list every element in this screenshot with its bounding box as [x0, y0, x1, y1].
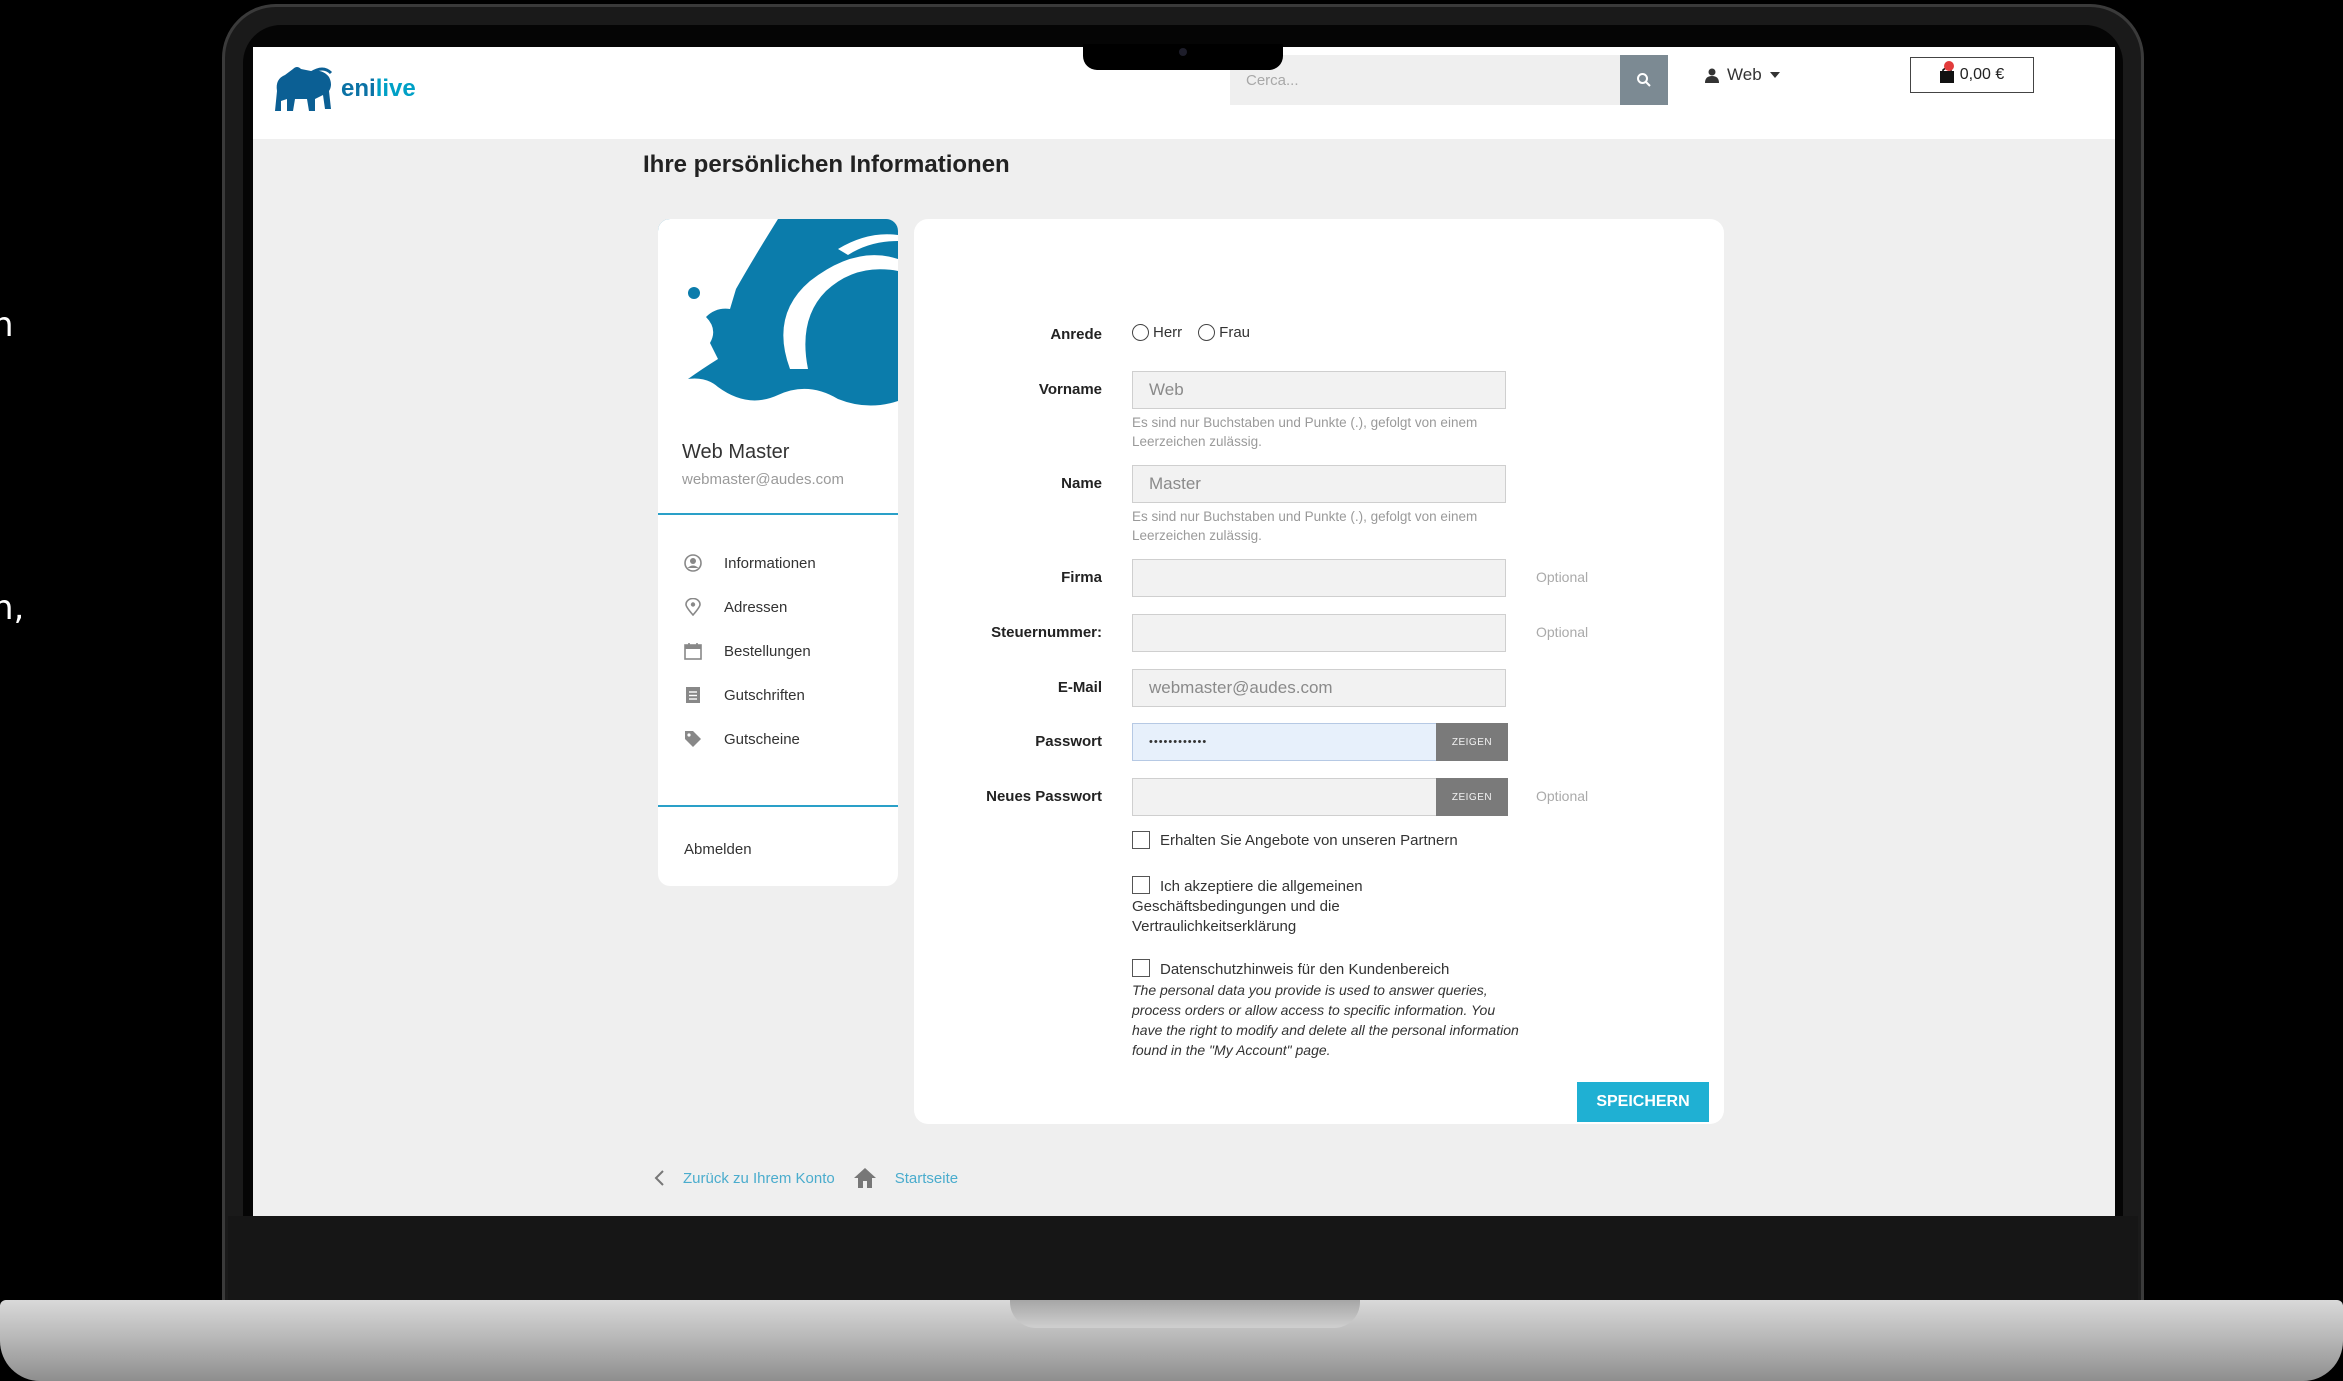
logout-link[interactable]: Abmelden: [684, 841, 752, 858]
user-circle-icon: [684, 554, 702, 572]
divider: [658, 805, 898, 807]
profile-name: Web Master: [682, 441, 790, 463]
back-to-account-link[interactable]: Zurück zu Ihrem Konto: [683, 1170, 835, 1187]
firstname-field[interactable]: Web: [1132, 371, 1506, 409]
privacy-text: The personal data you provide is used to…: [1132, 982, 1519, 1058]
lastname-help: Es sind nur Buchstaben und Punkte (.), g…: [1132, 509, 1478, 543]
menu-item-bestellungen[interactable]: Bestellungen: [684, 629, 816, 673]
cropped-background-text: n: [0, 305, 14, 345]
show-new-password-button[interactable]: ZEIGEN: [1436, 778, 1508, 816]
email-field[interactable]: webmaster@audes.com: [1132, 669, 1506, 707]
new-password-field[interactable]: [1132, 778, 1438, 816]
dog-illustration-icon: [658, 219, 898, 411]
show-password-button[interactable]: ZEIGEN: [1436, 723, 1508, 761]
partner-offers-checkbox[interactable]: [1132, 831, 1150, 849]
account-menu: Informationen Adressen Bestellungen Guts…: [684, 541, 816, 761]
chevron-left-icon: [654, 1170, 664, 1186]
menu-item-gutschriften[interactable]: Gutschriften: [684, 673, 816, 717]
lastname-field[interactable]: Master: [1132, 465, 1506, 503]
search-input[interactable]: [1230, 55, 1620, 105]
footer-nav: Zurück zu Ihrem Konto Startseite: [653, 1167, 958, 1189]
profile-banner: [658, 219, 898, 411]
cropped-background-text: n,: [0, 588, 25, 628]
terms-checkbox[interactable]: [1132, 876, 1150, 894]
salutation-options: Herr Frau: [1132, 324, 1250, 341]
privacy-title: Datenschutzhinweis für den Kundenbereich: [1160, 961, 1450, 978]
menu-item-label: Adressen: [724, 598, 788, 616]
user-menu[interactable]: Web: [1705, 65, 1780, 85]
firstname-label: Vorname: [1038, 381, 1102, 398]
calendar-icon: [684, 642, 702, 660]
user-menu-label: Web: [1727, 65, 1762, 84]
partner-offers-option: Erhalten Sie Angebote von unseren Partne…: [1132, 831, 1458, 851]
menu-item-label: Bestellungen: [724, 642, 811, 660]
cart-button[interactable]: 0,00 €: [1910, 57, 2034, 93]
laptop-notch: [1083, 44, 1283, 70]
search-icon: [1637, 73, 1651, 87]
home-icon: [853, 1168, 876, 1188]
cart-total: 0,00 €: [1959, 66, 2005, 83]
document-icon: [684, 686, 702, 704]
menu-item-gutscheine[interactable]: Gutscheine: [684, 717, 816, 761]
radio-frau[interactable]: [1198, 324, 1216, 341]
firstname-help: Es sind nur Buchstaben und Punkte (.), g…: [1132, 415, 1478, 449]
new-password-label: Neues Passwort: [986, 788, 1102, 805]
radio-label: Frau: [1219, 324, 1251, 341]
tax-number-field[interactable]: [1132, 614, 1506, 652]
camera-icon: [1179, 48, 1187, 56]
optional-hint: Optional: [1536, 624, 1589, 640]
laptop-bezel: [228, 1216, 2138, 1300]
tax-number-label: Steuernummer:: [991, 624, 1102, 641]
partner-offers-label: Erhalten Sie Angebote von unseren Partne…: [1160, 832, 1458, 849]
tag-icon: [684, 730, 702, 748]
password-label: Passwort: [1035, 733, 1102, 750]
save-button[interactable]: SPEICHERN: [1577, 1082, 1709, 1122]
laptop-base: [0, 1300, 2343, 1381]
search-button[interactable]: [1620, 55, 1668, 105]
user-icon: [1705, 68, 1719, 83]
profile-email: webmaster@audes.com: [682, 471, 844, 488]
company-field[interactable]: [1132, 559, 1506, 597]
terms-option: Ich akzeptiere die allgemeinen Geschäfts…: [1132, 876, 1372, 937]
terms-label: Ich akzeptiere die allgemeinen Geschäfts…: [1132, 878, 1363, 935]
cart-badge: [1943, 61, 1954, 71]
optional-hint: Optional: [1536, 569, 1589, 585]
menu-item-label: Gutscheine: [724, 730, 800, 748]
email-label: E-Mail: [1057, 679, 1102, 696]
password-field[interactable]: ••••••••••••: [1132, 723, 1438, 761]
privacy-option: Datenschutzhinweis für den Kundenbereich…: [1132, 959, 1522, 1060]
location-pin-icon: [684, 598, 702, 616]
personal-info-form: Anrede Herr Frau Vorname Web Es sind nur…: [914, 219, 1724, 1124]
radio-label: Herr: [1153, 324, 1183, 341]
home-link[interactable]: Startseite: [895, 1170, 958, 1187]
menu-item-informationen[interactable]: Informationen: [684, 541, 816, 585]
divider: [658, 513, 898, 515]
search-bar: [1230, 55, 1668, 105]
logo-wordmark: enilive: [341, 75, 416, 102]
shopping-bag-icon: [1939, 61, 1954, 83]
salutation-label: Anrede: [1050, 326, 1102, 343]
radio-herr[interactable]: [1132, 324, 1149, 341]
menu-item-label: Informationen: [724, 554, 816, 572]
company-label: Firma: [1061, 569, 1102, 586]
privacy-checkbox[interactable]: [1132, 959, 1150, 977]
page-title: Ihre persönlichen Informationen: [643, 151, 1010, 178]
browser-screen: enilive Web 0,00 € Ihre persö: [253, 47, 2115, 1216]
stage: n n, enilive Web: [0, 0, 2343, 1381]
menu-item-adressen[interactable]: Adressen: [684, 585, 816, 629]
account-sidebar: Web Master webmaster@audes.com Informati…: [658, 219, 898, 886]
dog-logo-icon: [275, 67, 333, 111]
site-logo[interactable]: enilive: [271, 61, 416, 117]
optional-hint: Optional: [1536, 788, 1589, 804]
caret-down-icon: [1769, 72, 1780, 78]
lastname-label: Name: [1061, 475, 1102, 492]
menu-item-label: Gutschriften: [724, 686, 805, 704]
